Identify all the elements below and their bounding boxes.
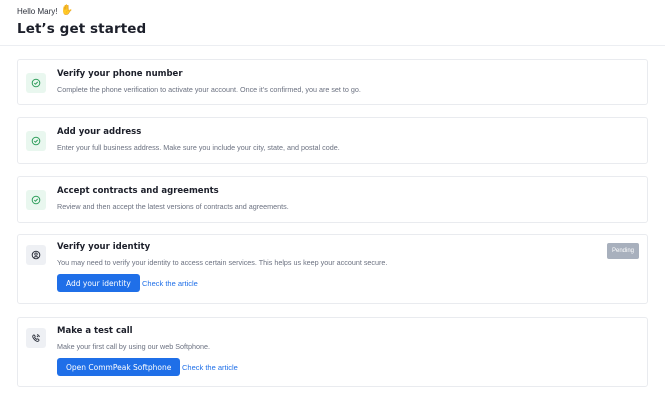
step-description: You may need to verify your identity to … xyxy=(57,258,388,267)
user-circle-icon xyxy=(26,245,46,265)
greeting-line: Hello Mary! ✋ xyxy=(17,4,146,18)
add-identity-button[interactable]: Add your identity xyxy=(57,274,140,292)
check-circle-icon xyxy=(26,131,46,151)
step-description: Make your first call by using our web So… xyxy=(57,342,211,351)
check-circle-icon xyxy=(26,73,46,93)
step-card-test-call: Make a test call Make your first call by… xyxy=(17,317,648,387)
header-divider xyxy=(0,45,665,46)
waving-hand-icon: ✋ xyxy=(60,5,73,16)
check-circle-icon xyxy=(26,190,46,210)
step-card-verify-identity: Verify your identity You may need to ver… xyxy=(17,234,648,304)
status-badge: Pending xyxy=(607,243,639,259)
step-title: Verify your identity xyxy=(57,242,151,252)
page-title: Let’s get started xyxy=(17,21,147,37)
step-description: Review and then accept the latest versio… xyxy=(57,202,289,211)
step-card-add-address: Add your address Enter your full busines… xyxy=(17,117,648,164)
step-title: Make a test call xyxy=(57,326,133,336)
greeting-text: Hello Mary! xyxy=(17,6,58,16)
step-title: Verify your phone number xyxy=(57,69,183,79)
step-card-accept-contracts: Accept contracts and agreements Review a… xyxy=(17,176,648,223)
open-softphone-button[interactable]: Open CommPeak Softphone xyxy=(57,358,181,376)
page-header: Hello Mary! ✋ Let’s get started xyxy=(17,4,147,38)
step-description: Enter your full business address. Make s… xyxy=(57,143,340,152)
check-article-link[interactable]: Check the article xyxy=(182,363,238,372)
step-card-verify-phone: Verify your phone number Complete the ph… xyxy=(17,59,648,105)
step-description: Complete the phone verification to activ… xyxy=(57,85,361,94)
phone-call-icon xyxy=(26,328,46,348)
step-title: Add your address xyxy=(57,127,142,137)
step-title: Accept contracts and agreements xyxy=(57,186,219,196)
check-article-link[interactable]: Check the article xyxy=(142,279,198,288)
